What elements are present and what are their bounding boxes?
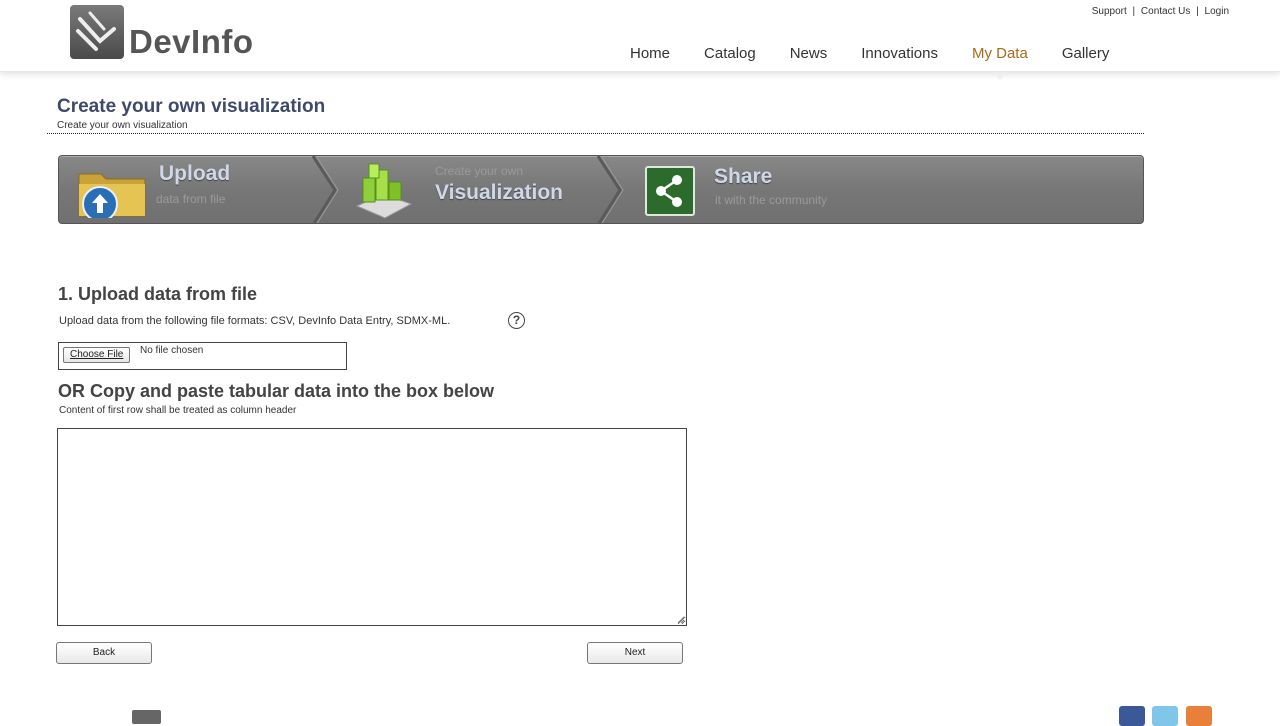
step-share-title: Share — [714, 165, 773, 188]
title-divider — [47, 133, 1144, 134]
site-header: DevInfo Support | Contact Us | Login Hom… — [0, 0, 1280, 80]
nav-gallery[interactable]: Gallery — [1062, 45, 1110, 62]
nav-news[interactable]: News — [790, 45, 828, 62]
file-status: No file chosen — [140, 345, 204, 356]
support-link[interactable]: Support — [1092, 6, 1127, 17]
devinfo-logo[interactable]: DevInfo — [70, 5, 254, 60]
upload-section-title: 1. Upload data from file — [58, 284, 258, 304]
top-links: Support | Contact Us | Login — [1091, 6, 1229, 17]
resize-grip-icon[interactable] — [676, 615, 685, 624]
step-share-subtitle: it with the community — [715, 193, 828, 207]
rss-icon[interactable] — [1186, 706, 1212, 726]
share-icon — [645, 166, 695, 216]
devinfo-logo-icon — [70, 5, 124, 59]
step-share: Share it with the community — [59, 156, 1143, 223]
nav-catalog[interactable]: Catalog — [704, 45, 756, 62]
upload-section-description: Upload data from the following file form… — [59, 315, 451, 327]
file-input[interactable]: Choose File No file chosen — [58, 342, 347, 370]
paste-section-title: OR Copy and paste tabular data into the … — [58, 381, 495, 401]
nav-innovations[interactable]: Innovations — [861, 45, 938, 62]
paste-section-description: Content of first row shall be treated as… — [59, 405, 297, 416]
back-button[interactable]: Back — [56, 642, 152, 664]
footer-logo-icon[interactable] — [132, 710, 161, 724]
choose-file-button[interactable]: Choose File — [63, 347, 131, 363]
help-icon[interactable]: ? — [508, 312, 525, 329]
steps-banner: Upload data from file Create your own Vi… — [58, 155, 1144, 224]
nav-home[interactable]: Home — [630, 45, 670, 62]
login-link[interactable]: Login — [1205, 6, 1229, 17]
nav-my-data[interactable]: My Data — [972, 45, 1028, 80]
paste-data-textarea[interactable] — [57, 428, 687, 626]
main-nav: Home Catalog News Innovations My Data Ga… — [630, 45, 1143, 80]
contact-us-link[interactable]: Contact Us — [1141, 6, 1190, 17]
twitter-icon[interactable] — [1152, 706, 1178, 726]
next-button[interactable]: Next — [587, 642, 683, 664]
brand-name: DevInfo — [129, 23, 254, 60]
facebook-icon[interactable] — [1119, 706, 1145, 726]
page-title: Create your own visualization — [57, 96, 326, 117]
page-subtitle: Create your own visualization — [57, 120, 188, 131]
